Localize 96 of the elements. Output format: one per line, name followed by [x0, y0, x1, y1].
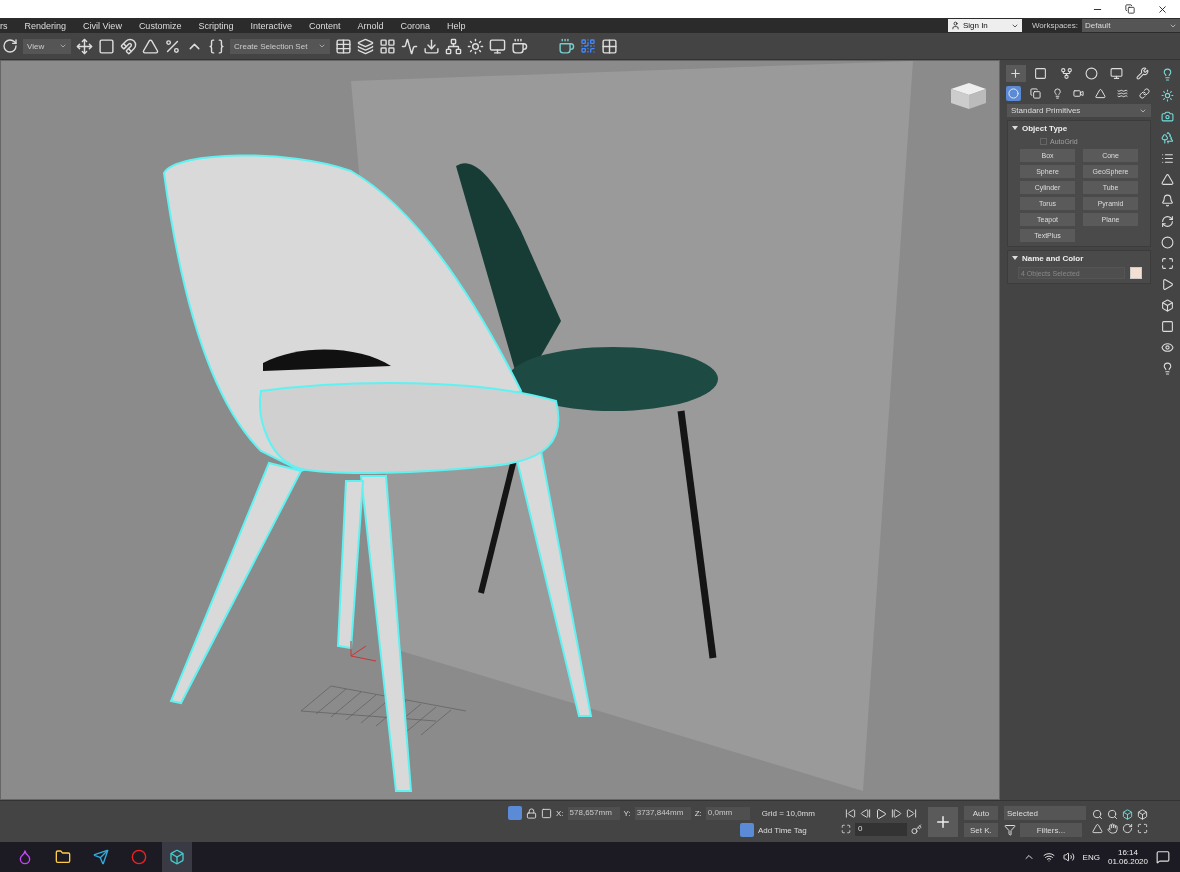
- menu-item[interactable]: Scripting: [198, 20, 243, 31]
- workspace-dropdown[interactable]: Default: [1082, 19, 1180, 32]
- move-icon[interactable]: [76, 37, 93, 55]
- hierarchy-icon: [1059, 66, 1073, 80]
- set-key-mode-button[interactable]: Set K.: [963, 823, 998, 837]
- go-to-start-icon[interactable]: [845, 808, 857, 819]
- notifications-icon[interactable]: [1156, 850, 1170, 864]
- eye-icon[interactable]: [1161, 341, 1174, 354]
- go-to-end-icon[interactable]: [906, 808, 918, 819]
- schematic-view-icon[interactable]: [445, 37, 462, 55]
- light-icon: [1051, 87, 1063, 99]
- color-swatch[interactable]: [1130, 267, 1142, 279]
- menu-item[interactable]: Customize: [138, 20, 191, 31]
- list-icon[interactable]: [1161, 152, 1174, 165]
- x-label: X:: [556, 808, 564, 818]
- app-taskbar-button[interactable]: [162, 842, 192, 872]
- axis-gizmo-icon: [350, 640, 377, 662]
- qr-icon[interactable]: [580, 38, 596, 54]
- sun-icon[interactable]: [1161, 89, 1174, 102]
- zoom-icon[interactable]: [1091, 809, 1103, 820]
- grid-size-text: Grid = 10,0mm: [761, 808, 815, 818]
- square-icon[interactable]: [1161, 320, 1174, 333]
- rollout-header[interactable]: Object Type: [1008, 121, 1150, 135]
- x-field[interactable]: 578,657mm: [567, 806, 620, 820]
- snap-icon[interactable]: [120, 37, 137, 55]
- play-icon[interactable]: [875, 807, 888, 820]
- circle-icon[interactable]: [1161, 236, 1174, 249]
- bell-icon[interactable]: [1161, 194, 1174, 207]
- triangle-icon[interactable]: [1161, 173, 1174, 186]
- menu-item[interactable]: Rendering: [24, 20, 76, 31]
- bulb-icon[interactable]: [1161, 362, 1174, 375]
- language-indicator[interactable]: ENG: [1082, 852, 1100, 862]
- set-key-button[interactable]: [927, 806, 958, 837]
- camera-icon: [1073, 87, 1085, 99]
- z-field[interactable]: 0,0mm: [705, 806, 750, 820]
- play-icon[interactable]: [1161, 278, 1174, 291]
- display-icon: [1110, 66, 1124, 80]
- braces-icon[interactable]: [208, 37, 225, 55]
- lock-icon[interactable]: [526, 807, 537, 819]
- panel-tab[interactable]: [1005, 64, 1026, 82]
- folder-icon[interactable]: [55, 849, 71, 865]
- cube-icon[interactable]: [1161, 299, 1174, 312]
- percent-snap-icon[interactable]: [164, 37, 181, 55]
- menu-item[interactable]: Interactive: [250, 20, 301, 31]
- rollout-header[interactable]: Name and Color: [1008, 251, 1150, 265]
- viewport[interactable]: [0, 60, 1000, 800]
- refresh-icon[interactable]: [1161, 215, 1174, 228]
- ring-icon[interactable]: [131, 849, 147, 865]
- menu-item[interactable]: Help: [447, 20, 475, 31]
- restore-icon[interactable]: [1125, 4, 1135, 14]
- close-icon[interactable]: [1157, 3, 1168, 15]
- grid-icon[interactable]: [601, 37, 618, 55]
- wrench-icon: [1135, 66, 1149, 80]
- lightbulb-icon[interactable]: [1161, 68, 1174, 81]
- z-label: Z:: [694, 808, 702, 818]
- key-filter-icon[interactable]: [1003, 824, 1016, 836]
- trees-icon[interactable]: [1161, 131, 1174, 144]
- selection-set-dropdown[interactable]: Create Selection Set: [230, 38, 330, 54]
- y-field[interactable]: 3737,844mm: [634, 806, 691, 820]
- layout-icon[interactable]: [379, 37, 396, 55]
- view-cube-icon[interactable]: [951, 83, 986, 109]
- orbit-icon[interactable]: [1121, 823, 1133, 834]
- coordinate-dropdown[interactable]: View: [23, 38, 71, 54]
- send-icon[interactable]: [93, 849, 109, 865]
- camera-icon[interactable]: [1161, 110, 1174, 123]
- waves-icon: [1116, 87, 1128, 99]
- caret-icon: [318, 42, 326, 50]
- category-dropdown[interactable]: Standard Primitives: [1007, 104, 1151, 117]
- curve-editor-icon[interactable]: [401, 37, 418, 55]
- cube-icon: [169, 849, 185, 865]
- maximize-icon[interactable]: [1136, 823, 1148, 834]
- menu-item[interactable]: Civil View: [83, 20, 131, 31]
- pan-icon[interactable]: [1106, 823, 1118, 834]
- wifi-icon[interactable]: [1042, 851, 1055, 863]
- add-time-tag-text[interactable]: Add Time Tag: [758, 825, 807, 835]
- menu-item[interactable]: Content: [308, 20, 350, 31]
- frame-icon[interactable]: [1161, 257, 1174, 270]
- layer-explorer-icon[interactable]: [357, 37, 374, 55]
- clock[interactable]: 16:14 01.06.2020: [1107, 848, 1148, 866]
- volume-icon[interactable]: [1062, 851, 1075, 863]
- frame-field[interactable]: 0: [854, 822, 907, 836]
- auto-key-button[interactable]: Auto: [963, 806, 998, 820]
- previous-frame-icon[interactable]: [860, 808, 872, 819]
- caret-icon: [59, 42, 67, 50]
- menu-item[interactable]: rs: [0, 20, 17, 31]
- plus-icon: [1009, 66, 1023, 80]
- key-filter-dropdown[interactable]: Selected: [1003, 806, 1086, 820]
- sign-in-dropdown[interactable]: Sign In: [947, 19, 1022, 32]
- next-frame-icon[interactable]: [891, 808, 903, 819]
- droplet-icon[interactable]: [17, 849, 33, 865]
- menu-item[interactable]: Arnold: [357, 20, 393, 31]
- y-label: Y:: [623, 808, 631, 818]
- filters-button[interactable]: Filters...: [1019, 823, 1082, 837]
- workspaces-label: Workspaces:: [1031, 21, 1078, 30]
- menu-item[interactable]: Corona: [400, 20, 439, 31]
- user-icon: [950, 21, 960, 30]
